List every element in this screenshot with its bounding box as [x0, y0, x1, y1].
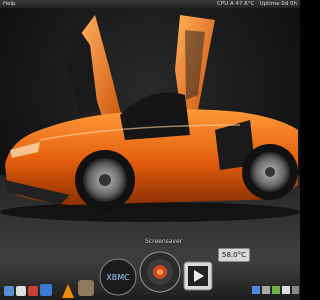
system-status: CPU A 47.6°C Uptime 0d 0h: [217, 0, 297, 8]
xbmc-icon[interactable]: XBMC: [99, 258, 137, 296]
screensaver-icon[interactable]: [139, 251, 181, 293]
temperature-widget: 58.0°C: [218, 248, 250, 262]
tray-icon-2[interactable]: [262, 286, 270, 294]
dock-icon-1[interactable]: [4, 286, 14, 296]
uptime-readout: Uptime 0d 0h: [259, 1, 297, 7]
dock-icon-6[interactable]: [78, 280, 94, 296]
menu-help[interactable]: Help: [3, 0, 16, 8]
tray-icon-3[interactable]: [272, 286, 280, 294]
media-player-icon[interactable]: [183, 261, 213, 291]
dock: XBMC: [4, 251, 299, 298]
tray-icon-1[interactable]: [252, 286, 260, 294]
vlc-icon[interactable]: [62, 284, 74, 298]
dock-icon-4[interactable]: [40, 284, 52, 296]
dock-icon-3[interactable]: [28, 286, 38, 296]
tray-icon-5[interactable]: [292, 286, 299, 294]
dock-icon-2[interactable]: [16, 286, 26, 296]
cpu-temp-readout: CPU A 47.6°C: [217, 1, 255, 7]
top-menu-bar: Help CPU A 47.6°C Uptime 0d 0h: [0, 0, 300, 8]
xbmc-text: XBMC: [106, 273, 130, 282]
tray-icon-4[interactable]: [282, 286, 290, 294]
